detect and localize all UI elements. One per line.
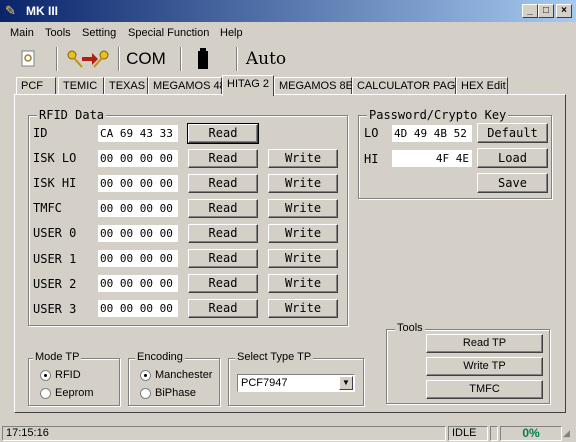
- select-type-title: Select Type TP: [235, 351, 314, 363]
- id-field[interactable]: CA 69 43 33: [98, 125, 178, 142]
- minimize-button[interactable]: _: [522, 4, 538, 18]
- rfid-row-label: TMFC: [33, 201, 62, 215]
- status-time: 17:15:16: [2, 426, 446, 441]
- status-bar: 17:15:16 IDLE 0% ◢: [0, 424, 576, 442]
- keys-arrow-icon: [67, 50, 109, 68]
- read-tmfc-button[interactable]: Read: [188, 199, 258, 218]
- mode-tp-title: Mode TP: [33, 351, 82, 363]
- user-0-field[interactable]: 00 00 00 00: [98, 225, 178, 242]
- menu-setting[interactable]: Setting: [82, 27, 116, 39]
- battery-button[interactable]: [192, 45, 214, 73]
- rfid-row-label: USER 1: [33, 252, 77, 266]
- user-1-field[interactable]: 00 00 00 00: [98, 250, 178, 267]
- window-title: MK III: [26, 4, 58, 18]
- tab-hitag-2[interactable]: HITAG 2: [222, 75, 274, 96]
- tab-megamos-8e[interactable]: MEGAMOS 8E: [274, 77, 353, 95]
- menu-special-function[interactable]: Special Function: [128, 27, 209, 39]
- manchester-radio-label: Manchester: [155, 369, 213, 381]
- toolbar: COM Auto: [0, 43, 576, 75]
- progress-indicator: 0%: [500, 426, 562, 441]
- battery-icon: [198, 48, 208, 69]
- status-state: IDLE: [448, 426, 488, 441]
- read-isk-lo-button[interactable]: Read: [188, 149, 258, 168]
- write-user-0-button[interactable]: Write: [268, 224, 338, 243]
- encoding-title: Encoding: [135, 351, 185, 363]
- write-tmfc-button[interactable]: Write: [268, 199, 338, 218]
- tab-temic[interactable]: TEMIC: [58, 77, 104, 95]
- menu-main[interactable]: Main: [10, 27, 34, 39]
- type-tp-value: PCF7947: [241, 377, 288, 389]
- menu-help[interactable]: Help: [220, 27, 243, 39]
- load-button[interactable]: Load: [477, 148, 548, 168]
- rfid-radio-label: RFID: [55, 369, 81, 381]
- write-user-2-button[interactable]: Write: [268, 274, 338, 293]
- rfid-row-label: USER 2: [33, 277, 77, 291]
- rfid-data-group: RFID Data: [28, 108, 348, 326]
- read-user-1-button[interactable]: Read: [188, 249, 258, 268]
- maximize-button[interactable]: □: [538, 4, 554, 18]
- user-2-field[interactable]: 00 00 00 00: [98, 275, 178, 292]
- tab-texas[interactable]: TEXAS: [104, 77, 148, 95]
- magnifier-icon: [21, 50, 35, 67]
- close-button[interactable]: ×: [556, 4, 572, 18]
- chevron-down-icon[interactable]: ▼: [339, 376, 353, 390]
- manchester-radio[interactable]: [140, 370, 151, 381]
- lo-key-field[interactable]: 4D 49 4B 52: [392, 125, 472, 142]
- tmfc-field[interactable]: 00 00 00 00: [98, 200, 178, 217]
- read-tp-button[interactable]: Read TP: [426, 334, 543, 353]
- isk-hi-field[interactable]: 00 00 00 00: [98, 175, 178, 192]
- write-user-3-button[interactable]: Write: [268, 299, 338, 318]
- menu-tools[interactable]: Tools: [45, 27, 71, 39]
- eeprom-radio[interactable]: [40, 388, 51, 399]
- tab-calculator-page[interactable]: CALCULATOR PAGE: [352, 77, 463, 95]
- rfid-row-label: ISK HI: [33, 176, 77, 190]
- isk-lo-field[interactable]: 00 00 00 00: [98, 150, 178, 167]
- lo-label: LO: [364, 126, 379, 140]
- write-isk-hi-button[interactable]: Write: [268, 174, 338, 193]
- key-app-icon: ✎: [5, 3, 16, 18]
- tmfc-tool-button[interactable]: TMFC: [426, 380, 543, 399]
- biphase-radio-label: BiPhase: [155, 387, 196, 399]
- write-user-1-button[interactable]: Write: [268, 249, 338, 268]
- hi-key-field[interactable]: 4F 4E: [392, 150, 472, 167]
- rfid-radio[interactable]: [40, 370, 51, 381]
- auto-button[interactable]: Auto: [244, 45, 288, 73]
- tools-title: Tools: [395, 322, 425, 334]
- status-spacer: [490, 426, 498, 441]
- menu-bar: Main Tools Setting Special Function Help: [0, 24, 576, 42]
- search-tool-button[interactable]: [14, 45, 44, 73]
- write-isk-lo-button[interactable]: Write: [268, 149, 338, 168]
- tab-hex-edit[interactable]: HEX Edit: [456, 77, 508, 95]
- rfid-data-title: RFID Data: [37, 108, 107, 122]
- tab-pcf[interactable]: PCF: [16, 77, 56, 95]
- rfid-row-label: USER 0: [33, 226, 77, 240]
- title-bar: ✎ MK III _ □ ×: [0, 0, 576, 22]
- biphase-radio[interactable]: [140, 388, 151, 399]
- rfid-row-label: USER 3: [33, 302, 77, 316]
- com-button[interactable]: COM: [124, 45, 168, 73]
- tab-megamos-48[interactable]: MEGAMOS 48: [148, 77, 226, 95]
- user-3-field[interactable]: 00 00 00 00: [98, 300, 178, 317]
- rfid-row-label: ID: [33, 126, 48, 140]
- eeprom-radio-label: Eeprom: [55, 387, 94, 399]
- write-tp-button[interactable]: Write TP: [426, 357, 543, 376]
- rfid-row-label: ISK LO: [33, 151, 77, 165]
- password-crypto-title: Password/Crypto Key: [367, 108, 509, 122]
- default-button[interactable]: Default: [477, 123, 548, 143]
- resize-grip-icon: ◢: [563, 428, 570, 438]
- read-user-2-button[interactable]: Read: [188, 274, 258, 293]
- keys-transfer-button[interactable]: [62, 45, 114, 73]
- read-user-3-button[interactable]: Read: [188, 299, 258, 318]
- read-id-button[interactable]: Read: [187, 123, 259, 144]
- save-button[interactable]: Save: [477, 173, 548, 193]
- read-isk-hi-button[interactable]: Read: [188, 174, 258, 193]
- type-tp-select[interactable]: PCF7947 ▼: [237, 374, 355, 392]
- read-user-0-button[interactable]: Read: [188, 224, 258, 243]
- hi-label: HI: [364, 152, 379, 166]
